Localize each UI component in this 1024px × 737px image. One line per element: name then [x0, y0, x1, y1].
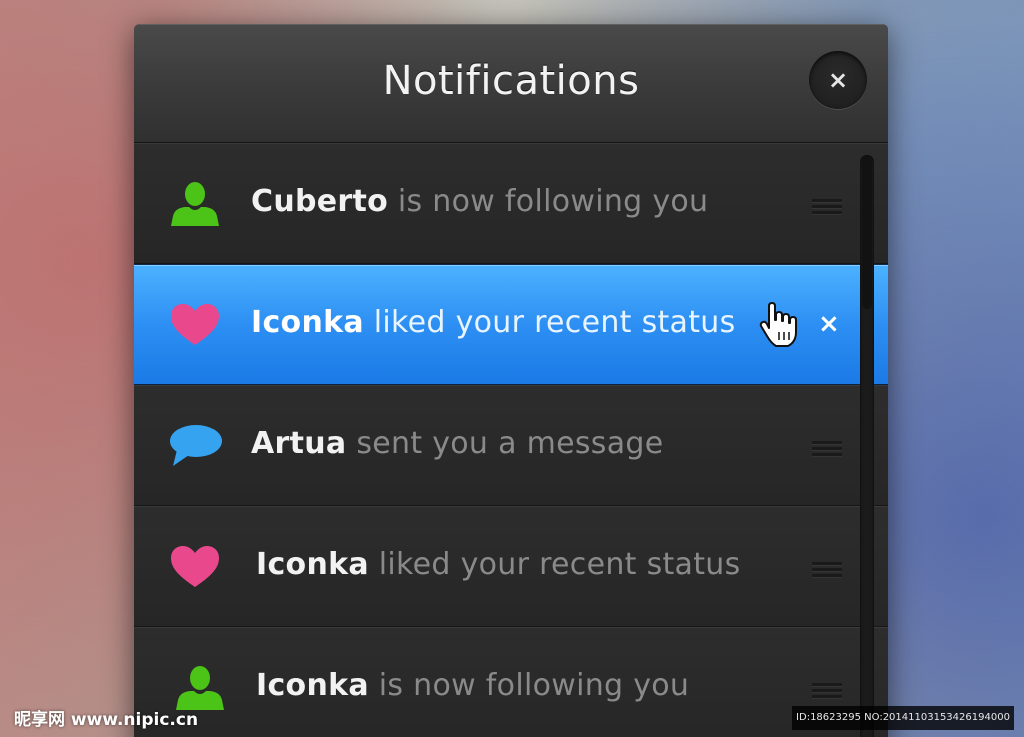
- notification-action: liked your recent status: [373, 305, 736, 340]
- notification-action: sent you a message: [356, 426, 664, 461]
- watermark-id: ID:18623295 NO:20141103153426194000: [792, 706, 1014, 730]
- heart-icon: [171, 546, 219, 587]
- notification-actor: Artua: [251, 426, 347, 461]
- notification-item[interactable]: Cuberto is now following you: [134, 143, 888, 264]
- notification-item[interactable]: Iconka liked your recent status ×: [134, 264, 888, 385]
- notification-text: Iconka liked your recent status: [251, 305, 736, 340]
- notification-item[interactable]: Iconka is now following you: [134, 627, 888, 737]
- drag-handle-icon[interactable]: [812, 441, 842, 461]
- drag-handle-icon[interactable]: [812, 199, 842, 219]
- speech-bubble-icon: [170, 425, 222, 466]
- notifications-panel: Notifications × Cuberto is now following…: [134, 24, 888, 737]
- notification-actor: Iconka: [251, 305, 364, 340]
- notification-text: Iconka is now following you: [256, 668, 689, 703]
- scrollbar[interactable]: [860, 155, 874, 737]
- notification-actor: Iconka: [256, 668, 369, 703]
- panel-title: Notifications: [382, 58, 640, 104]
- hand-cursor-icon: [759, 302, 797, 347]
- notification-text: Artua sent you a message: [251, 426, 664, 461]
- notification-item[interactable]: Iconka liked your recent status: [134, 506, 888, 627]
- drag-handle-icon[interactable]: [812, 683, 842, 703]
- watermark-logo: 昵享网 www.nipic.cn: [14, 710, 199, 730]
- notification-action: liked your recent status: [378, 547, 741, 582]
- notification-actor: Cuberto: [251, 184, 389, 219]
- close-button[interactable]: ×: [809, 51, 867, 109]
- notification-action: is now following you: [378, 668, 690, 703]
- notification-item[interactable]: Artua sent you a message: [134, 385, 888, 506]
- heart-icon: [171, 304, 219, 345]
- notification-list: Cuberto is now following you Iconka like…: [134, 143, 888, 737]
- drag-handle-icon[interactable]: [812, 562, 842, 582]
- notification-text: Cuberto is now following you: [251, 184, 708, 219]
- notification-text: Iconka liked your recent status: [256, 547, 741, 582]
- scrollbar-thumb[interactable]: [862, 157, 872, 309]
- user-icon: [171, 182, 219, 226]
- panel-header: Notifications ×: [134, 24, 888, 143]
- notification-actor: Iconka: [256, 547, 369, 582]
- dismiss-button[interactable]: ×: [818, 309, 840, 339]
- notification-action: is now following you: [397, 184, 709, 219]
